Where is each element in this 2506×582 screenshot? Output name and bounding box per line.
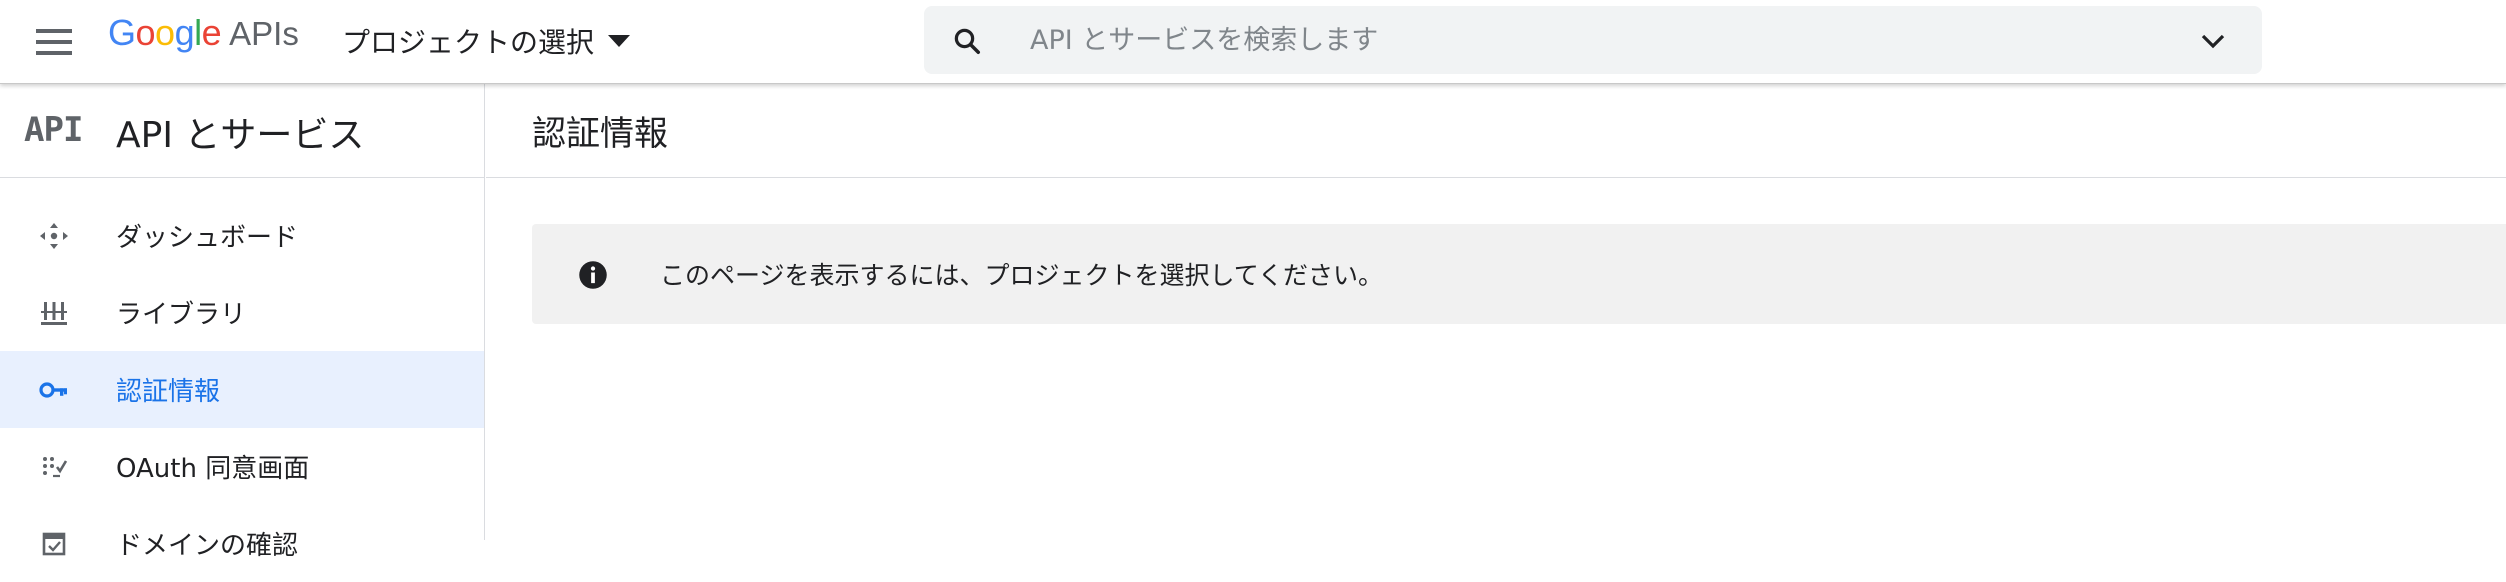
page-header: 認証情報 <box>486 84 2506 178</box>
project-picker[interactable]: プロジェクトの選択 <box>342 18 631 64</box>
select-project-notice: このページを表示するには、プロジェクトを選択してください。 <box>532 224 2506 324</box>
search-input[interactable] <box>1030 18 2090 62</box>
dashboard-icon <box>40 223 68 249</box>
hamburger-menu-icon[interactable] <box>34 22 74 62</box>
sidebar-item-oauth-consent[interactable]: OAuth 同意画面 <box>0 428 484 505</box>
project-picker-label: プロジェクトの選択 <box>342 26 595 59</box>
google-apis-logo[interactable]: Google APIs <box>108 12 299 62</box>
sidebar: API API とサービス ダッシュボード ライブラリ 認証情報 OAuth 同… <box>0 84 485 561</box>
oauth-consent-icon <box>43 457 68 478</box>
top-app-bar: Google APIs プロジェクトの選択 <box>0 0 2506 84</box>
search-bar[interactable] <box>924 6 2262 74</box>
google-wordmark-letter: o <box>135 12 156 53</box>
sidebar-title: API とサービス <box>116 115 365 156</box>
notice-message: このページを表示するには、プロジェクトを選択してください。 <box>660 261 1384 290</box>
sidebar-nav: ダッシュボード ライブラリ 認証情報 OAuth 同意画面 ドメインの確認 <box>0 197 484 582</box>
google-wordmark-letter: G <box>108 12 136 53</box>
domain-verification-icon <box>42 532 66 556</box>
google-wordmark-letter: l <box>194 12 202 53</box>
google-wordmark: Google <box>108 12 222 54</box>
google-wordmark-letter: g <box>174 12 195 53</box>
library-icon <box>41 302 67 325</box>
google-wordmark-letter: e <box>201 12 222 53</box>
google-wordmark-letter: o <box>155 12 175 53</box>
apis-wordmark: APIs <box>229 15 299 52</box>
sidebar-item-label: ライブラリ <box>116 300 247 330</box>
api-icon: API <box>24 110 83 150</box>
sidebar-item-label: 認証情報 <box>116 377 221 407</box>
search-icon <box>954 28 980 54</box>
info-icon <box>579 261 607 289</box>
chevron-down-icon[interactable] <box>2198 26 2228 56</box>
dropdown-arrow-icon <box>608 35 631 47</box>
sidebar-item-domain-verification[interactable]: ドメインの確認 <box>0 505 484 582</box>
sidebar-item-label: ドメインの確認 <box>116 531 299 561</box>
sidebar-item-label: ダッシュボード <box>116 223 299 253</box>
sidebar-item-label: OAuth 同意画面 <box>116 454 310 484</box>
page-title: 認証情報 <box>532 114 668 154</box>
sidebar-item-dashboard[interactable]: ダッシュボード <box>0 197 484 274</box>
sidebar-item-credentials[interactable]: 認証情報 <box>0 351 484 428</box>
sidebar-header: API API とサービス <box>0 84 484 178</box>
key-icon <box>39 382 67 398</box>
sidebar-item-library[interactable]: ライブラリ <box>0 274 484 351</box>
